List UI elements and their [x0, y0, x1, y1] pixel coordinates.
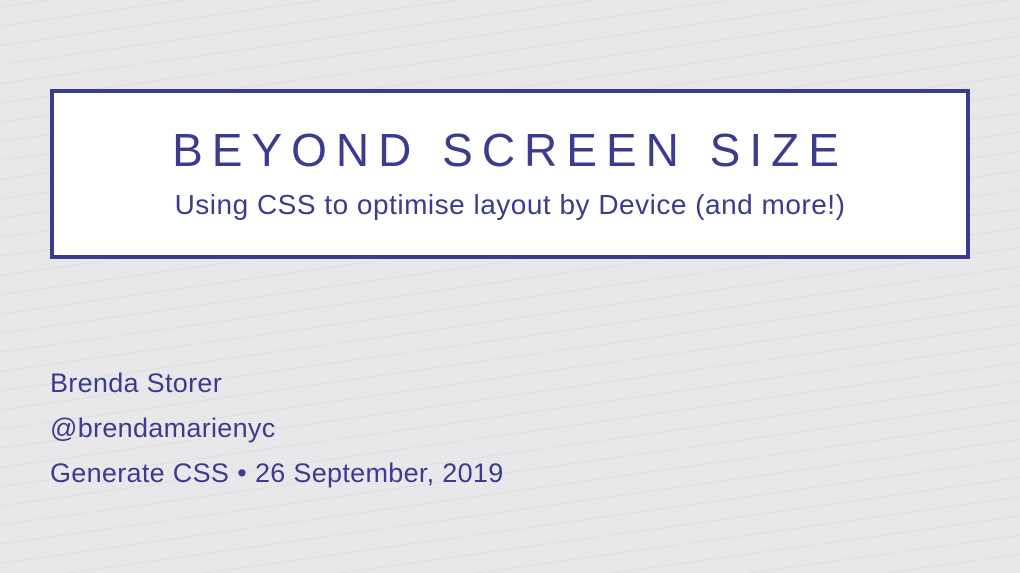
main-title: BEYOND SCREEN SIZE: [84, 123, 936, 177]
author-block: Brenda Storer @brendamarienyc Generate C…: [50, 368, 504, 489]
subtitle: Using CSS to optimise layout by Device (…: [84, 189, 936, 221]
author-handle: @brendamarienyc: [50, 413, 504, 444]
bullet-separator: •: [237, 458, 247, 489]
event-name: Generate CSS: [50, 458, 229, 488]
title-box: BEYOND SCREEN SIZE Using CSS to optimise…: [50, 89, 970, 259]
event-date: 26 September, 2019: [255, 458, 504, 488]
author-name: Brenda Storer: [50, 368, 504, 399]
event-line: Generate CSS • 26 September, 2019: [50, 458, 504, 489]
